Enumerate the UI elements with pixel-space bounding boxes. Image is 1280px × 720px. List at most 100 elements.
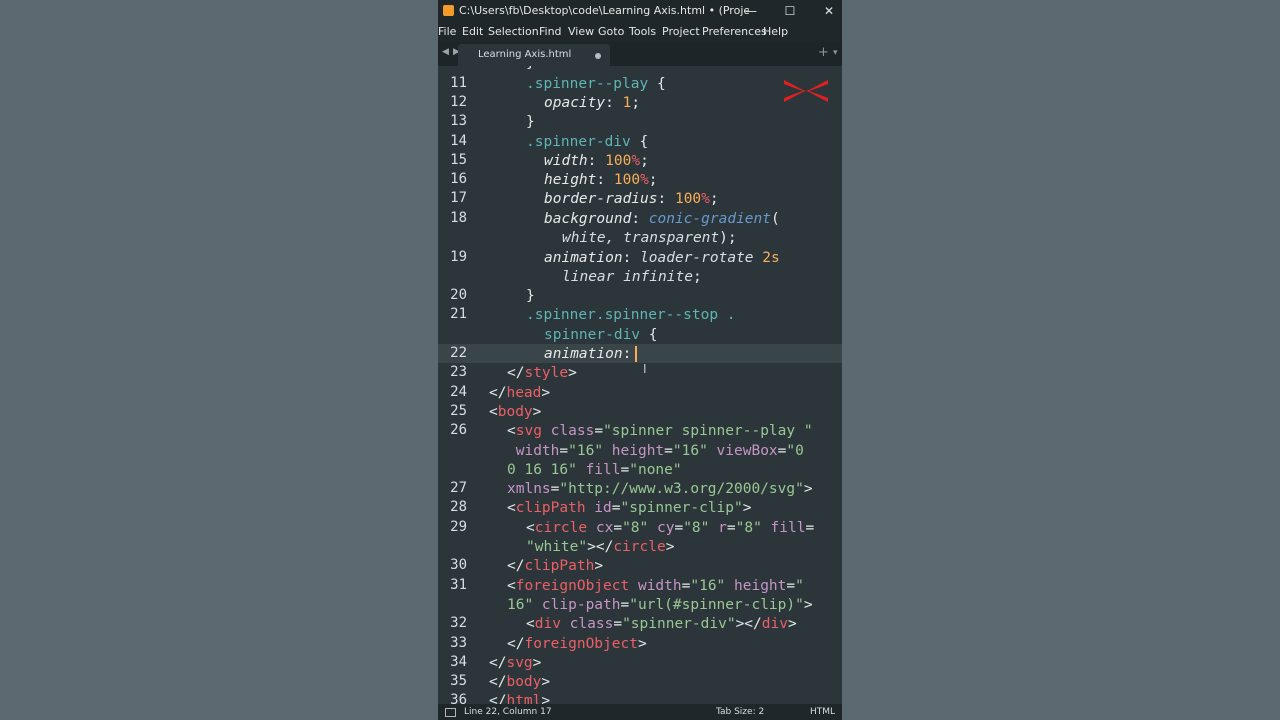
- menu-tools[interactable]: Tools: [629, 25, 656, 38]
- code-token: :: [587, 153, 606, 169]
- code-token: }: [526, 114, 535, 130]
- code-token: xmlns: [507, 481, 551, 497]
- line-number: 28: [450, 499, 467, 515]
- code-token: svg: [506, 655, 533, 671]
- code-token: fill: [576, 462, 621, 478]
- tab-size-setting[interactable]: Tab Size: 2: [716, 707, 764, 717]
- maximize-button[interactable]: ☐: [771, 0, 809, 22]
- code-token: clip-path: [533, 597, 621, 613]
- text-cursor: [635, 346, 637, 362]
- code-token: %: [701, 191, 710, 207]
- code-token: ></: [587, 539, 614, 555]
- code-token: >: [541, 674, 551, 690]
- line-number: 20: [450, 287, 467, 303]
- menu-selection[interactable]: Selection: [488, 25, 539, 38]
- menu-help[interactable]: Help: [763, 25, 788, 38]
- code-token: "spinner-clip": [620, 500, 743, 516]
- tab-bar: ◀ ▶ Learning Axis.html + ▾: [438, 42, 842, 66]
- tab-label: Learning Axis.html: [478, 49, 572, 60]
- tab-learning-axis[interactable]: Learning Axis.html: [458, 44, 610, 66]
- code-token: 1: [622, 95, 632, 111]
- code-token: >: [532, 655, 542, 671]
- code-line: </html>: [489, 692, 550, 704]
- code-token: "16": [690, 578, 726, 594]
- code-token: 0 16 16": [507, 462, 577, 478]
- code-line: </style>: [507, 364, 577, 383]
- minimize-button[interactable]: —: [732, 0, 770, 22]
- code-token: <: [507, 423, 516, 439]
- code-token: class: [541, 423, 595, 439]
- code-line: </head>: [489, 384, 550, 403]
- ibeam-cursor-icon: I: [643, 362, 647, 376]
- code-token: :: [605, 95, 623, 111]
- syntax-setting[interactable]: HTML: [810, 707, 835, 717]
- code-token: width: [507, 443, 560, 459]
- code-token: style: [524, 365, 569, 381]
- tab-list-icon[interactable]: ▾: [833, 48, 838, 58]
- code-token: <: [526, 520, 535, 536]
- code-line: </foreignObject>: [507, 635, 647, 654]
- code-token: "white": [526, 539, 588, 555]
- code-token: foreignObject: [524, 636, 638, 652]
- menu-project[interactable]: Project: [662, 25, 700, 38]
- code-token: body: [497, 404, 533, 420]
- menu-goto[interactable]: Goto: [598, 25, 624, 38]
- new-tab-icon[interactable]: +: [818, 45, 829, 60]
- cursor-position: Line 22, Column 17: [464, 707, 552, 717]
- code-token: div: [761, 616, 788, 632]
- code-editor[interactable]: 10 11 12 13 14 15 16 17 18 19 20 21 22 2…: [438, 66, 842, 704]
- code-line: .spinner.spinner--stop .: [526, 306, 736, 325]
- menu-bar: File Edit Selection Find View Goto Tools…: [438, 22, 842, 42]
- code-token: =: [613, 520, 623, 536]
- menu-edit[interactable]: Edit: [462, 25, 483, 38]
- code-token: %: [640, 172, 649, 188]
- code-line: </clipPath>: [507, 557, 603, 576]
- close-button[interactable]: ✕: [810, 0, 842, 22]
- line-number: 32: [450, 615, 467, 631]
- code-token: ;: [648, 172, 658, 188]
- code-token: .spinner-div: [526, 134, 631, 150]
- code-token: 100: [613, 172, 641, 188]
- code-token: %: [631, 153, 641, 169]
- code-token: {: [630, 134, 649, 150]
- code-token: background: [544, 211, 632, 227]
- line-number: 26: [450, 422, 467, 438]
- line-number: 18: [450, 210, 467, 226]
- code-token: foreignObject: [515, 578, 630, 594]
- code-token: {: [640, 327, 658, 343]
- code-line: }: [526, 66, 535, 73]
- code-line: width: 100%;: [544, 152, 649, 171]
- code-token: ;: [709, 191, 719, 207]
- code-token: fill: [761, 520, 806, 536]
- line-number: 21: [450, 306, 467, 322]
- menu-file[interactable]: File: [438, 25, 456, 38]
- tab-prev-icon[interactable]: ◀: [442, 47, 449, 57]
- unsaved-dot-icon[interactable]: [595, 53, 601, 59]
- code-line: <body>: [489, 403, 541, 422]
- code-token: white, transparent: [562, 230, 720, 246]
- code-token: height: [544, 172, 597, 188]
- code-token: </: [489, 385, 507, 401]
- code-token: >: [665, 539, 675, 555]
- menu-find[interactable]: Find: [539, 25, 562, 38]
- code-line: background: conic-gradient(: [544, 210, 780, 229]
- code-token: </: [489, 674, 507, 690]
- code-token: "spinner spinner--play ": [603, 423, 813, 439]
- menu-view[interactable]: View: [568, 25, 594, 38]
- status-bar: Line 22, Column 17 Tab Size: 2 HTML: [438, 704, 842, 720]
- code-token: ;: [631, 95, 641, 111]
- title-bar: C:\Users\fb\Desktop\code\Learning Axis.h…: [438, 0, 842, 22]
- panel-toggle-icon[interactable]: [445, 708, 456, 717]
- code-token: >: [541, 385, 551, 401]
- line-number: 36: [450, 692, 467, 704]
- code-token: ></: [735, 616, 762, 632]
- code-line-wrap: 0 16 16" fill="none": [507, 461, 682, 480]
- sublime-logo-icon: [443, 5, 454, 16]
- editor-window: C:\Users\fb\Desktop\code\Learning Axis.h…: [438, 0, 842, 720]
- code-token: =: [594, 423, 604, 439]
- code-token: =: [559, 443, 569, 459]
- code-token: width: [629, 578, 682, 594]
- line-number: 31: [450, 577, 467, 593]
- menu-preferences[interactable]: Preferences: [702, 25, 767, 38]
- line-number: 12: [450, 94, 467, 110]
